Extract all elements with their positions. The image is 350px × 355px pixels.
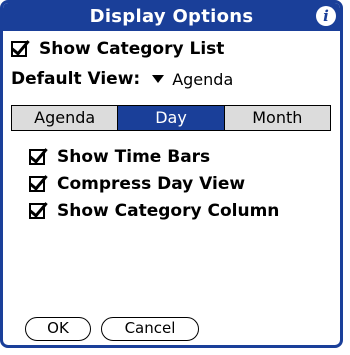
show-category-column-checkbox[interactable]: Show Category Column	[29, 199, 279, 223]
checkbox-checked-icon	[11, 41, 27, 57]
compress-day-view-checkbox[interactable]: Compress Day View	[29, 172, 245, 196]
display-options-dialog: Display Options i Show Category List Def…	[0, 0, 343, 348]
view-tabs: Agenda Day Month	[11, 105, 331, 131]
show-category-list-label: Show Category List	[39, 39, 225, 59]
ok-button[interactable]: OK	[25, 317, 91, 341]
default-view-value: Agenda	[172, 69, 234, 89]
compress-day-view-label: Compress Day View	[57, 174, 246, 194]
cancel-button[interactable]: Cancel	[101, 317, 199, 341]
tab-day[interactable]: Day	[118, 106, 225, 130]
default-view-row: Default View: Agenda	[11, 67, 233, 91]
show-time-bars-label: Show Time Bars	[57, 147, 211, 167]
tab-month[interactable]: Month	[224, 106, 330, 130]
default-view-label: Default View:	[11, 69, 141, 89]
dialog-title: Display Options	[89, 6, 254, 27]
checkbox-checked-icon	[29, 149, 45, 165]
title-bar: Display Options i	[3, 3, 340, 31]
tab-agenda[interactable]: Agenda	[12, 106, 119, 130]
show-category-list-checkbox[interactable]: Show Category List	[11, 37, 224, 61]
dropdown-arrow-icon	[152, 75, 165, 83]
default-view-picker[interactable]: Agenda	[140, 70, 233, 89]
checkbox-checked-icon	[29, 203, 45, 219]
show-time-bars-checkbox[interactable]: Show Time Bars	[29, 145, 210, 169]
show-category-column-label: Show Category Column	[57, 201, 280, 221]
checkbox-checked-icon	[29, 176, 45, 192]
info-icon[interactable]: i	[316, 6, 336, 26]
